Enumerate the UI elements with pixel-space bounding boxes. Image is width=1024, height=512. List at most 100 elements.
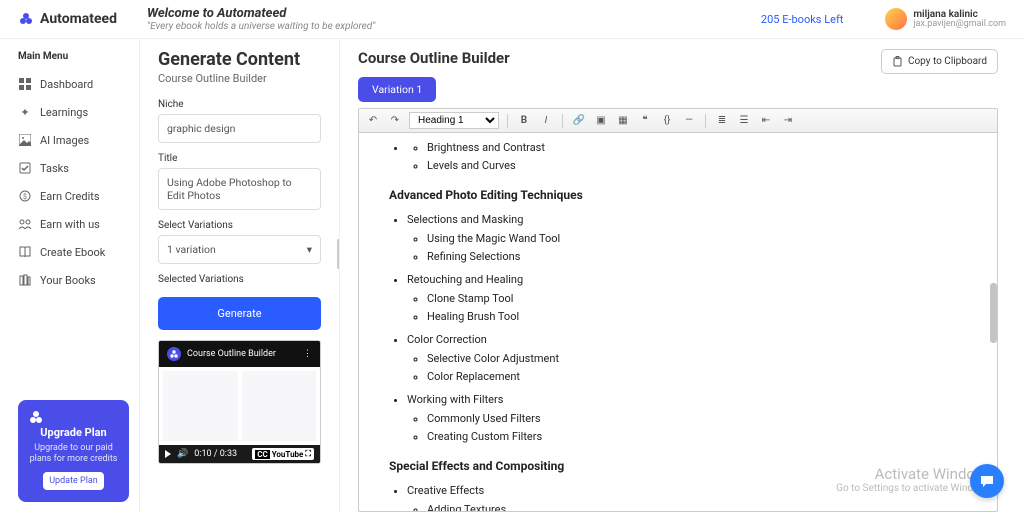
help-fab[interactable] — [970, 464, 1004, 498]
sidebar-item-label: Earn with us — [40, 218, 100, 231]
play-icon[interactable] — [165, 450, 171, 458]
section-heading: Advanced Photo Editing Techniques — [389, 186, 967, 205]
user-menu[interactable]: miljana kalinic jax.pavijen@gmail.com — [885, 8, 1006, 30]
numbered-list-icon[interactable]: ☰ — [736, 115, 752, 126]
image-insert-icon[interactable]: ▣ — [593, 115, 609, 126]
code-icon[interactable]: {} — [659, 115, 675, 126]
image-icon — [18, 133, 32, 147]
list-item: Working with Filters Commonly Used Filte… — [407, 391, 967, 445]
topbar: Automateed Welcome to Automateed "Every … — [0, 0, 1024, 39]
editor-content[interactable]: Brightness and Contrast Levels and Curve… — [359, 133, 997, 511]
grid-icon — [18, 77, 32, 91]
sidebar-item-label: Earn Credits — [40, 190, 100, 203]
sidebar-item-label: Learnings — [40, 106, 88, 119]
heading-select[interactable]: Heading 1 — [409, 112, 499, 129]
sidebar-item-earn-credits[interactable]: $ Earn Credits — [18, 182, 129, 210]
video-controls[interactable]: 🔊 0:10 / 0:33 CC YouTube ⛶ — [159, 445, 320, 463]
upgrade-desc: Upgrade to our paid plans for more credi… — [28, 443, 119, 466]
generate-button[interactable]: Generate — [158, 297, 321, 330]
avatar — [885, 8, 907, 30]
variations-value: 1 variation — [167, 243, 216, 256]
sidebar-item-earn-with-us[interactable]: Earn with us — [18, 210, 129, 238]
panel-resize-handle[interactable] — [337, 239, 340, 269]
tab-variation-1[interactable]: Variation 1 — [358, 77, 436, 102]
user-name: miljana kalinic — [913, 9, 1006, 20]
variations-label: Select Variations — [158, 220, 321, 231]
update-plan-button[interactable]: Update Plan — [43, 472, 104, 490]
list-item: Selections and Masking Using the Magic W… — [407, 211, 967, 265]
copy-to-clipboard-button[interactable]: Copy to Clipboard — [881, 49, 998, 74]
chat-icon — [979, 473, 995, 489]
video-title: Course Outline Builder — [187, 349, 276, 359]
table-icon[interactable]: ▦ — [615, 115, 631, 126]
editor-toolbar: ↶ ↷ Heading 1 B I 🔗 ▣ ▦ ❝ {} — ≣ ☰ ⇤ — [359, 109, 997, 133]
people-icon — [18, 217, 32, 231]
page-subtitle: Course Outline Builder — [158, 72, 321, 85]
video-logo-icon — [167, 347, 181, 361]
welcome-title: Welcome to Automateed — [147, 6, 731, 21]
svg-text:$: $ — [23, 193, 27, 201]
list-item: Using the Magic Wand Tool — [427, 230, 967, 247]
list-item: Refining Selections — [427, 248, 967, 265]
ebooks-remaining[interactable]: 205 E-books Left — [761, 13, 843, 26]
chevron-down-icon: ▾ — [307, 243, 312, 256]
dollar-icon: $ — [18, 189, 32, 203]
list-item: Healing Brush Tool — [427, 308, 967, 325]
books-icon — [18, 273, 32, 287]
volume-icon[interactable]: 🔊 — [177, 449, 188, 459]
upgrade-title: Upgrade Plan — [28, 426, 119, 439]
list-item: Adding Textures — [427, 501, 967, 511]
sidebar-item-dashboard[interactable]: Dashboard — [18, 70, 129, 98]
sidebar-item-your-books[interactable]: Your Books — [18, 266, 129, 294]
title-input[interactable]: Using Adobe Photoshop to Edit Photos — [158, 168, 321, 210]
undo-icon[interactable]: ↶ — [365, 115, 381, 126]
menu-label: Main Menu — [18, 51, 129, 62]
list-item: Levels and Curves — [427, 157, 967, 174]
sidebar: Main Menu Dashboard ✦ Learnings AI Image… — [0, 39, 140, 512]
sidebar-item-label: Create Ebook — [40, 246, 105, 259]
list-item: Brightness and Contrast — [427, 139, 967, 156]
indent-icon[interactable]: ⇥ — [780, 115, 796, 126]
sidebar-item-create-ebook[interactable]: Create Ebook — [18, 238, 129, 266]
list-item: Retouching and Healing Clone Stamp Tool … — [407, 271, 967, 325]
niche-input[interactable]: graphic design — [158, 114, 321, 143]
upgrade-logo-icon — [28, 410, 119, 424]
list-item: Creative Effects Adding Textures Using G… — [407, 482, 967, 511]
link-icon[interactable]: 🔗 — [571, 115, 587, 126]
italic-icon[interactable]: I — [538, 115, 554, 126]
welcome-block: Welcome to Automateed "Every ebook holds… — [147, 6, 731, 32]
list-item: Selective Color Adjustment — [427, 350, 967, 367]
quote-icon[interactable]: ❝ — [637, 115, 653, 126]
outdent-icon[interactable]: ⇤ — [758, 115, 774, 126]
sidebar-item-label: Your Books — [40, 274, 96, 287]
brand-name: Automateed — [40, 11, 117, 27]
video-preview — [159, 367, 320, 445]
redo-icon[interactable]: ↷ — [387, 115, 403, 126]
brand-logo-icon — [18, 11, 34, 27]
sidebar-item-ai-images[interactable]: AI Images — [18, 126, 129, 154]
brand[interactable]: Automateed — [18, 11, 117, 27]
video-header: Course Outline Builder ⋮ — [159, 341, 320, 367]
tutorial-video[interactable]: Course Outline Builder ⋮ 🔊 0:10 / 0:33 C… — [158, 340, 321, 464]
list-item: Color Replacement — [427, 368, 967, 385]
niche-label: Niche — [158, 99, 321, 110]
hr-icon[interactable]: — — [681, 115, 697, 126]
youtube-badge[interactable]: CC YouTube ⛶ — [252, 448, 314, 460]
tab-row: Variation 1 — [358, 77, 510, 102]
bullet-list-icon[interactable]: ≣ — [714, 115, 730, 126]
upgrade-card: Upgrade Plan Upgrade to our paid plans f… — [18, 400, 129, 502]
variations-select[interactable]: 1 variation ▾ — [158, 235, 321, 264]
sparkle-icon: ✦ — [18, 105, 32, 119]
sidebar-item-label: AI Images — [40, 134, 89, 147]
content-title: Course Outline Builder — [358, 49, 510, 67]
bold-icon[interactable]: B — [516, 115, 532, 126]
more-icon[interactable]: ⋮ — [303, 349, 312, 359]
sidebar-item-tasks[interactable]: Tasks — [18, 154, 129, 182]
book-icon — [18, 245, 32, 259]
content-area: Course Outline Builder Variation 1 Copy … — [340, 39, 1024, 512]
scrollbar-thumb[interactable] — [990, 283, 997, 343]
welcome-subtitle: "Every ebook holds a universe waiting to… — [147, 21, 731, 32]
sidebar-item-learnings[interactable]: ✦ Learnings — [18, 98, 129, 126]
section-heading: Special Effects and Compositing — [389, 457, 967, 476]
page-title: Generate Content — [158, 49, 321, 70]
